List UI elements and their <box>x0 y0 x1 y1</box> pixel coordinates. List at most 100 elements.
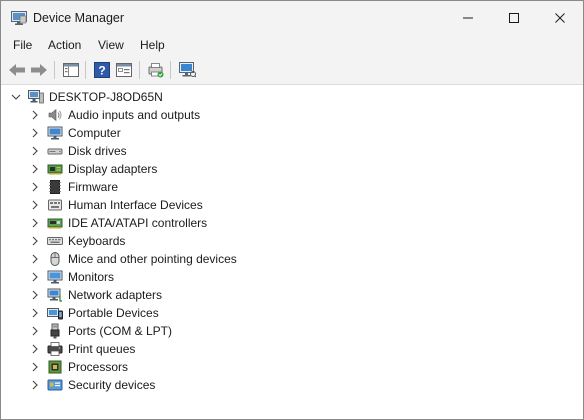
tree-item[interactable]: Mice and other pointing devices <box>1 250 581 268</box>
chevron-right-icon <box>32 236 38 246</box>
chevron-down-icon <box>11 94 21 100</box>
tree-item[interactable]: IDE ATA/ATAPI controllers <box>1 214 581 232</box>
forward-button[interactable] <box>29 60 49 80</box>
back-button[interactable] <box>7 60 27 80</box>
expand-chevron[interactable] <box>30 286 40 304</box>
desktop-computer-icon <box>28 90 44 104</box>
mouse-icon <box>50 252 60 266</box>
console-tree-icon <box>63 63 79 77</box>
expand-chevron[interactable] <box>30 358 40 376</box>
tree-item[interactable]: Human Interface Devices <box>1 196 581 214</box>
display-adapter-icon <box>47 164 63 175</box>
tree-item-label: Processors <box>68 360 129 374</box>
chevron-right-icon <box>32 254 38 264</box>
toolbar-separator <box>54 61 55 79</box>
maximize-icon <box>509 13 519 23</box>
tree-item[interactable]: Audio inputs and outputs <box>1 106 581 124</box>
expand-chevron[interactable] <box>30 142 40 160</box>
processor-icon <box>48 360 62 374</box>
tree-item-label: Security devices <box>68 378 156 392</box>
update-driver-button[interactable] <box>146 60 166 80</box>
expand-chevron[interactable] <box>30 232 40 250</box>
tree-item-label: IDE ATA/ATAPI controllers <box>68 216 208 230</box>
tree-item[interactable]: Monitors <box>1 268 581 286</box>
ide-controller-icon <box>47 218 63 229</box>
chevron-right-icon <box>32 110 38 120</box>
show-hide-console-tree-button[interactable] <box>61 60 81 80</box>
expand-chevron[interactable] <box>30 322 40 340</box>
device-manager-window: Device Manager File Action View Help ? D… <box>0 0 584 420</box>
help-button[interactable]: ? <box>92 60 112 80</box>
properties-button[interactable] <box>114 60 134 80</box>
tree-item-label: Firmware <box>68 180 118 194</box>
tree-item[interactable]: Security devices <box>1 376 581 394</box>
expand-chevron[interactable] <box>30 304 40 322</box>
tree-item-label: Monitors <box>68 270 115 284</box>
tree-item[interactable]: Network adapters <box>1 286 581 304</box>
menu-action[interactable]: Action <box>48 38 81 52</box>
expand-chevron[interactable] <box>30 376 40 394</box>
chevron-right-icon <box>32 272 38 282</box>
expand-chevron[interactable] <box>30 178 40 196</box>
maximize-button[interactable] <box>491 1 537 35</box>
title-bar[interactable]: Device Manager <box>1 1 583 35</box>
chevron-right-icon <box>32 308 38 318</box>
chevron-right-icon <box>32 164 38 174</box>
chevron-right-icon <box>32 200 38 210</box>
expand-chevron[interactable] <box>30 124 40 142</box>
printer-icon <box>47 342 63 356</box>
tree-item[interactable]: Print queues <box>1 340 581 358</box>
toolbar-separator <box>139 61 140 79</box>
expand-chevron[interactable] <box>30 196 40 214</box>
toolbar-separator <box>85 61 86 79</box>
scan-hardware-icon <box>178 62 196 78</box>
tree-item[interactable]: Firmware <box>1 178 581 196</box>
network-adapter-icon <box>47 288 62 302</box>
tree-item[interactable]: Processors <box>1 358 581 376</box>
tree-item[interactable]: Display adapters <box>1 160 581 178</box>
collapse-chevron[interactable] <box>11 88 21 106</box>
chevron-right-icon <box>32 344 38 354</box>
menu-bar: File Action View Help <box>1 35 583 55</box>
chevron-right-icon <box>32 218 38 228</box>
security-device-icon <box>47 379 63 391</box>
scan-hardware-button[interactable] <box>177 60 197 80</box>
speaker-icon <box>48 108 62 122</box>
properties-icon <box>116 63 132 77</box>
port-icon <box>50 323 60 339</box>
toolbar: ? <box>1 55 583 85</box>
help-icon: ? <box>94 62 110 78</box>
minimize-button[interactable] <box>445 1 491 35</box>
tree-item-label: Computer <box>68 126 121 140</box>
tree-item-label: Display adapters <box>68 162 158 176</box>
expand-chevron[interactable] <box>30 214 40 232</box>
menu-help[interactable]: Help <box>140 38 165 52</box>
menu-file[interactable]: File <box>13 38 32 52</box>
tree-root-node[interactable]: DESKTOP-J8OD65N <box>1 88 581 106</box>
menu-view[interactable]: View <box>98 38 124 52</box>
expand-chevron[interactable] <box>30 340 40 358</box>
expand-chevron[interactable] <box>30 268 40 286</box>
printer-driver-icon <box>148 63 164 78</box>
tree-item[interactable]: Disk drives <box>1 142 581 160</box>
tree-item-label: Network adapters <box>68 288 163 302</box>
tree-item[interactable]: Portable Devices <box>1 304 581 322</box>
tree-item[interactable]: Ports (COM & LPT) <box>1 322 581 340</box>
close-button[interactable] <box>537 1 583 35</box>
disk-drive-icon <box>47 148 63 155</box>
window-title: Device Manager <box>33 11 125 25</box>
tree-item-label: Ports (COM & LPT) <box>68 324 173 338</box>
device-manager-app-icon <box>11 11 27 25</box>
tree-item-label: Print queues <box>68 342 136 356</box>
tree-item[interactable]: Keyboards <box>1 232 581 250</box>
svg-text:?: ? <box>98 64 105 78</box>
expand-chevron[interactable] <box>30 106 40 124</box>
expand-chevron[interactable] <box>30 160 40 178</box>
arrow-right-icon <box>31 64 47 76</box>
device-tree: DESKTOP-J8OD65N Audio inputs and outputs… <box>1 86 583 419</box>
toolbar-separator <box>170 61 171 79</box>
chevron-right-icon <box>32 182 38 192</box>
expand-chevron[interactable] <box>30 250 40 268</box>
tree-item[interactable]: Computer <box>1 124 581 142</box>
tree-item-label: Portable Devices <box>68 306 159 320</box>
